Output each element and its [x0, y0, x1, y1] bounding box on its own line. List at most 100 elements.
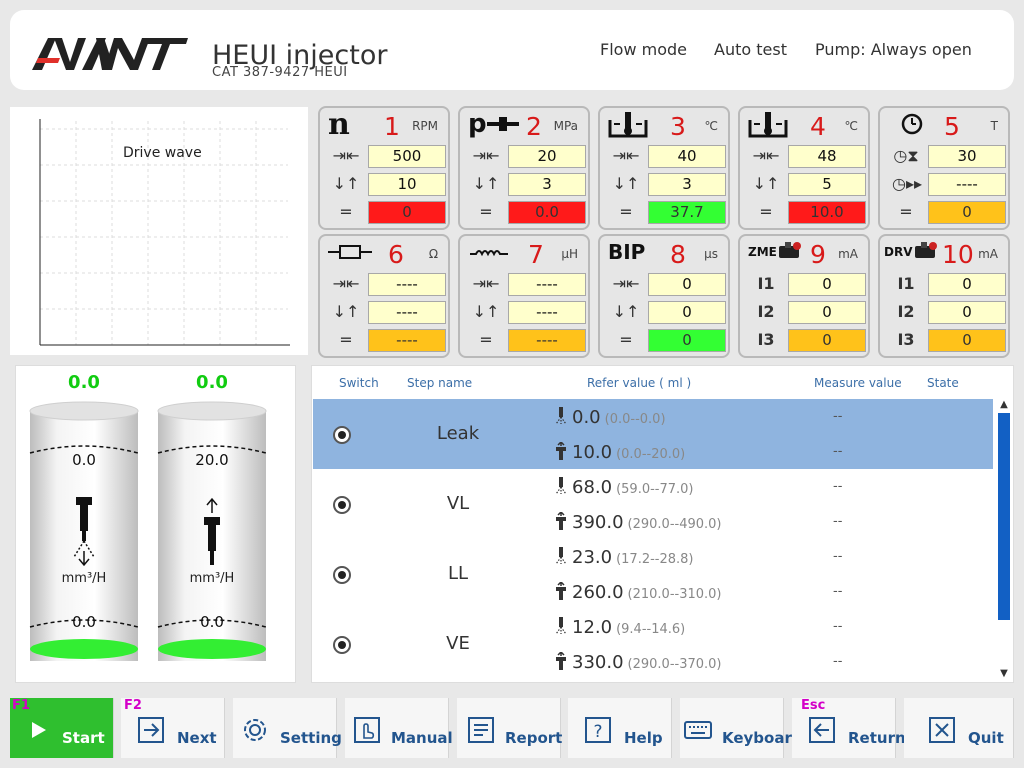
equals-label: =: [619, 202, 633, 221]
param-card-speed[interactable]: n 1 RPM ⇥⇤ 500 ↓↑ 10 = 0: [318, 106, 450, 230]
current-2-value[interactable]: 0: [928, 301, 1006, 324]
actual-value: 0: [648, 329, 726, 352]
param-number: 2: [526, 112, 542, 141]
setpoint-value[interactable]: 40: [648, 145, 726, 168]
resistor-icon: [328, 245, 372, 259]
start-label: Start: [62, 729, 105, 747]
setpoint-icon: ⇥⇤: [332, 274, 360, 293]
param-number: 5: [944, 112, 960, 141]
current-2-value[interactable]: 0: [788, 301, 866, 324]
close-icon: [929, 717, 955, 743]
actual-value: 0.0: [508, 201, 586, 224]
esc-key-hint: Esc: [801, 698, 826, 713]
col-refer-value: Refer value ( ml ): [587, 376, 692, 390]
table-row[interactable]: Leak 0.0 (0.0--0.0) 10.0 (0.0--20.0) -- --: [313, 399, 993, 469]
param-card-resistance[interactable]: 6 Ω ⇥⇤ ---- ↓↑ ---- = ----: [318, 234, 450, 358]
setpoint-icon: ⇥⇤: [472, 146, 500, 165]
help-button[interactable]: ? Help: [568, 698, 672, 758]
scroll-down-arrow-icon[interactable]: ▼: [998, 668, 1010, 679]
param-card-time[interactable]: 5 T ◷⧗ 30 ◷▸▸ ---- = 0: [878, 106, 1010, 230]
tolerance-value[interactable]: ----: [368, 301, 446, 324]
setpoint-value[interactable]: 500: [368, 145, 446, 168]
step-switch-radio[interactable]: [333, 496, 351, 514]
scroll-up-arrow-icon[interactable]: ▲: [998, 399, 1010, 410]
speed-symbol: n: [328, 106, 350, 142]
param-card-temp-2[interactable]: 4 ℃ ⇥⇤ 48 ↓↑ 5 = 10.0: [738, 106, 870, 230]
setpoint-value[interactable]: ----: [508, 273, 586, 296]
tolerance-icon: ↓↑: [612, 302, 640, 321]
step-switch-radio[interactable]: [333, 566, 351, 584]
tolerance-value[interactable]: 10: [368, 173, 446, 196]
time-elapsed-value[interactable]: ----: [928, 173, 1006, 196]
param-card-pressure[interactable]: p 2 MPa ⇥⇤ 20 ↓↑ 3 = 0.0: [458, 106, 590, 230]
setpoint-value[interactable]: 48: [788, 145, 866, 168]
refer-value-1: 12.0: [572, 617, 613, 638]
param-card-inductance[interactable]: 7 μH ⇥⇤ ---- ↓↑ ---- = ----: [458, 234, 590, 358]
manual-button[interactable]: Manual: [345, 698, 453, 758]
step-switch-radio[interactable]: [333, 426, 351, 444]
tolerance-value[interactable]: ----: [508, 301, 586, 324]
col-step-name: Step name: [407, 376, 473, 390]
tolerance-value[interactable]: 5: [788, 173, 866, 196]
table-row[interactable]: LL 23.0 (17.2--28.8) 260.0 (210.0--310.0) …: [313, 539, 993, 609]
pump-mode-link[interactable]: Pump: Always open: [815, 40, 972, 59]
cylinder-1-reading: 0.0: [68, 372, 100, 393]
flow-cylinders-panel: 0.0 0.0 0.0 mm³/H 0.0 20.0 mm³/H 0.0: [15, 365, 296, 683]
step-name: VL: [446, 493, 470, 514]
tolerance-value[interactable]: 3: [508, 173, 586, 196]
report-button[interactable]: Report: [457, 698, 562, 758]
actual-value: ----: [508, 329, 586, 352]
time-setpoint-value[interactable]: 30: [928, 145, 1006, 168]
setting-button[interactable]: Setting: [233, 698, 342, 758]
zme-label: ZME: [748, 245, 777, 259]
param-unit: mA: [978, 247, 998, 261]
table-row[interactable]: VL 68.0 (59.0--77.0) 390.0 (290.0--490.0) …: [313, 469, 993, 539]
measure-value-1: --: [833, 409, 843, 424]
setpoint-value[interactable]: 0: [648, 273, 726, 296]
report-list-icon: [468, 717, 494, 743]
rail-icon: [486, 117, 519, 131]
param-number: 6: [388, 240, 404, 269]
param-card-drv[interactable]: DRV 10 mA I1 0 I2 0 I3 0: [878, 234, 1010, 358]
refer-value-1: 0.0: [572, 407, 601, 428]
svg-text:?: ?: [593, 722, 602, 742]
param-card-zme[interactable]: ZME 9 mA I1 0 I2 0 I3 0: [738, 234, 870, 358]
tolerance-value[interactable]: 3: [648, 173, 726, 196]
col-switch: Switch: [339, 376, 379, 390]
auto-test-link[interactable]: Auto test: [714, 40, 787, 59]
param-number: 4: [810, 112, 826, 141]
param-card-bip[interactable]: BIP 8 μs ⇥⇤ 0 ↓↑ 0 = 0: [598, 234, 730, 358]
tolerance-icon: ↓↑: [332, 174, 360, 193]
measure-value-1: --: [833, 619, 843, 634]
scrollbar-thumb[interactable]: [998, 413, 1010, 620]
param-number: 10: [942, 240, 974, 269]
test-steps-table: Switch Step name Refer value ( ml ) Meas…: [311, 365, 1014, 683]
keyboard-button[interactable]: Keyboard: [680, 698, 803, 758]
tolerance-value[interactable]: 0: [648, 301, 726, 324]
current-1-value[interactable]: 0: [788, 273, 866, 296]
equals-label: =: [619, 330, 633, 349]
help-label: Help: [624, 729, 663, 747]
equals-label: =: [899, 202, 913, 221]
refer-value-2: 390.0: [572, 512, 624, 533]
current-1-label: I1: [897, 274, 915, 293]
setpoint-value[interactable]: ----: [368, 273, 446, 296]
param-card-temp-1[interactable]: 3 ℃ ⇥⇤ 40 ↓↑ 3 = 37.7: [598, 106, 730, 230]
table-row[interactable]: VE 12.0 (9.4--14.6) 330.0 (290.0--370.0) -…: [313, 609, 993, 679]
current-3-label: I3: [757, 330, 775, 349]
actual-value: 0: [928, 201, 1006, 224]
setpoint-value[interactable]: 20: [508, 145, 586, 168]
quit-button[interactable]: Quit: [904, 698, 1014, 758]
current-3-value: 0: [788, 329, 866, 352]
current-1-value[interactable]: 0: [928, 273, 1006, 296]
cylinder-2-reading: 0.0: [196, 372, 228, 393]
step-switch-radio[interactable]: [333, 636, 351, 654]
tolerance-icon: ↓↑: [752, 174, 780, 193]
cylinder-2-lower-value: 0.0: [200, 613, 224, 631]
param-unit: μs: [704, 247, 718, 261]
avant-logo: [32, 38, 188, 70]
actual-value: 10.0: [788, 201, 866, 224]
param-unit: MPa: [553, 119, 578, 133]
param-unit: RPM: [412, 119, 438, 133]
flow-mode-link[interactable]: Flow mode: [600, 40, 687, 59]
